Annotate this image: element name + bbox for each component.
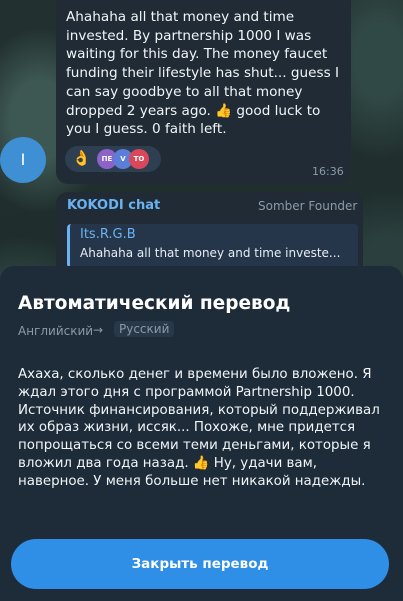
chat-name[interactable]: KOKODI chat [67,198,160,213]
reaction-pill[interactable]: 👌 ПЕ V ТО [65,146,161,172]
quote-author: Its.R.G.B [80,227,136,242]
arrow-right-icon: → [93,323,104,337]
translation-sheet: Автоматический перевод Английский → Русс… [0,266,403,601]
reply-quote[interactable]: Its.R.G.B Ahahaha all that money and tim… [67,224,358,268]
member-role: Somber Founder [258,199,358,213]
sender-avatar[interactable]: I [0,137,46,183]
target-language-selector[interactable]: Русский [114,321,175,337]
ok-hand-reaction-icon: 👌 [72,149,91,167]
message-time: 16:36 [312,165,344,178]
message-text: Ahahaha all that money and time invested… [66,9,339,138]
close-translation-button[interactable]: Закрыть перевод [11,539,389,589]
translated-text: Ахаха, сколько денег и времени было влож… [18,367,380,489]
source-language: Английский [18,324,94,338]
reaction-avatar: ТО [129,149,149,169]
sheet-title: Автоматический перевод [18,293,291,314]
quote-text: Ahahaha all that money and time investe.… [80,246,341,260]
